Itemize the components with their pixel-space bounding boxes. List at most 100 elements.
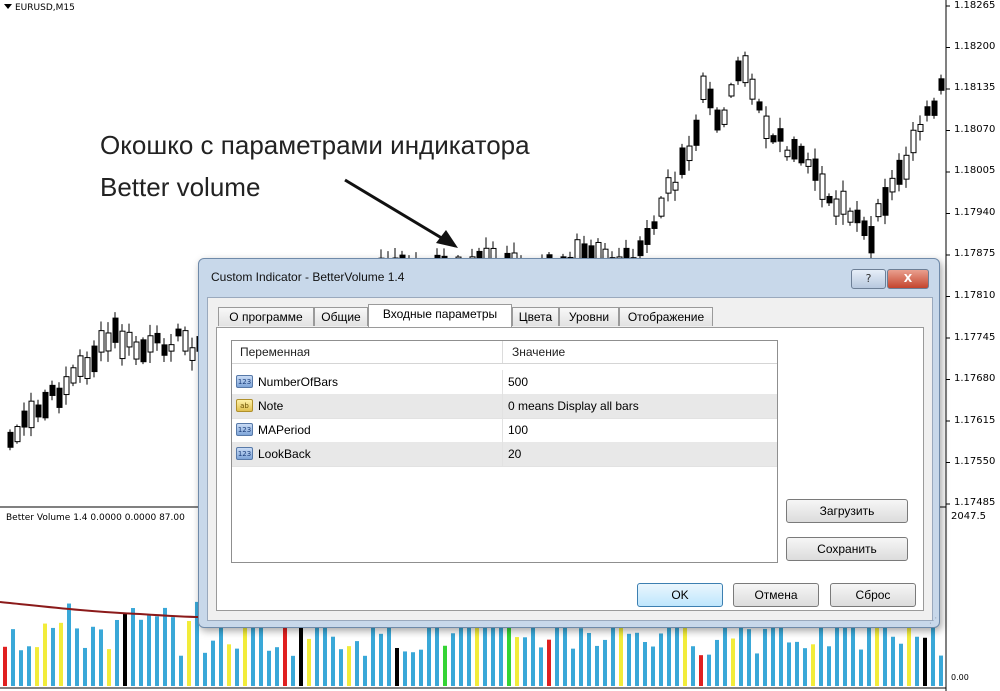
volume-bar <box>531 624 535 686</box>
volume-bar <box>755 653 759 686</box>
price-label: 1.18005 <box>954 165 996 176</box>
close-button[interactable]: X <box>887 269 929 289</box>
price-label: 1.18200 <box>954 41 996 52</box>
integer-type-icon: 123 <box>236 423 253 436</box>
volume-bar <box>795 641 799 686</box>
param-name: LookBack <box>258 447 311 461</box>
volume-bar <box>59 622 63 686</box>
candle-body <box>77 355 84 377</box>
candle-body <box>882 187 889 216</box>
candle-body <box>686 145 693 162</box>
volume-bar <box>627 633 631 686</box>
volume-bar <box>19 650 23 686</box>
candle-body <box>119 330 126 360</box>
tab-about[interactable]: О программе <box>218 307 314 326</box>
indicator-scale-label: 2047.5 <box>951 511 986 522</box>
candle-body <box>784 149 791 158</box>
volume-bar <box>659 633 663 686</box>
volume-bar <box>643 642 647 686</box>
volume-bar <box>131 608 135 686</box>
tab-inputs[interactable]: Входные параметры <box>368 304 512 327</box>
volume-bar <box>275 647 279 686</box>
candle-body <box>868 226 875 254</box>
column-header-variable[interactable]: Переменная <box>240 345 310 359</box>
param-name: Note <box>258 399 284 413</box>
candle-body <box>147 335 154 353</box>
candle-body <box>35 404 42 418</box>
save-button[interactable]: Сохранить <box>786 537 908 561</box>
param-row[interactable]: 123 NumberOfBars 500 <box>232 370 777 395</box>
ok-button[interactable]: OK <box>637 583 723 607</box>
candle-body <box>931 100 938 116</box>
candle-body <box>651 221 658 229</box>
candle-body <box>924 106 931 116</box>
volume-bar <box>467 617 471 686</box>
candle-body <box>126 331 133 348</box>
candle-body <box>154 332 161 344</box>
volume-bar <box>635 632 639 686</box>
param-row[interactable]: 123 MAPeriod 100 <box>232 418 777 443</box>
volume-bar <box>379 633 383 686</box>
candle-body <box>707 88 714 109</box>
volume-bar <box>211 640 215 686</box>
grid-header: Переменная Значение <box>232 341 777 364</box>
volume-bar <box>331 636 335 686</box>
resize-grip-icon[interactable]: ⋰ <box>929 616 937 625</box>
price-label: 1.17810 <box>954 290 996 301</box>
custom-indicator-dialog: Custom Indicator - BetterVolume 1.4 ? X … <box>198 258 940 628</box>
tab-visualization[interactable]: Отображение <box>619 307 713 326</box>
inputs-panel: Переменная Значение 123 NumberOfBars 500… <box>216 327 924 611</box>
help-button[interactable]: ? <box>851 269 886 289</box>
candle-body <box>854 209 861 224</box>
tab-colors[interactable]: Цвета <box>512 307 559 326</box>
candle-body <box>679 147 686 175</box>
candle-body <box>658 197 665 217</box>
cancel-button[interactable]: Отмена <box>733 583 819 607</box>
column-header-value[interactable]: Значение <box>512 345 565 359</box>
candle-body <box>84 357 91 380</box>
param-row[interactable]: ab Note 0 means Display all bars <box>232 394 777 419</box>
candle-body <box>700 75 707 100</box>
param-value[interactable]: 500 <box>508 375 528 389</box>
volume-bar <box>571 648 575 686</box>
candle-body <box>182 330 189 352</box>
candle-body <box>875 203 882 218</box>
candle-body <box>56 387 63 408</box>
param-value[interactable]: 100 <box>508 423 528 437</box>
candle-body <box>98 330 105 353</box>
integer-type-icon: 123 <box>236 447 253 460</box>
volume-bar <box>355 641 359 686</box>
volume-bar <box>923 637 927 686</box>
candle-body <box>105 332 112 352</box>
candle-body <box>721 109 728 125</box>
volume-bar <box>419 649 423 686</box>
volume-bar <box>651 646 655 686</box>
volume-bar <box>547 639 551 686</box>
dialog-titlebar[interactable]: Custom Indicator - BetterVolume 1.4 ? X <box>199 259 939 293</box>
volume-bar <box>107 649 111 686</box>
volume-bar <box>579 628 583 686</box>
volume-bar <box>363 655 367 686</box>
candle-body <box>903 154 910 180</box>
chevron-down-icon[interactable] <box>4 4 12 9</box>
price-label: 1.17940 <box>954 207 996 218</box>
volume-bar <box>539 647 543 686</box>
tab-levels[interactable]: Уровни <box>559 307 619 326</box>
string-type-icon: ab <box>236 399 253 412</box>
volume-bar <box>891 636 895 686</box>
param-value[interactable]: 0 means Display all bars <box>508 399 639 413</box>
volume-bar <box>139 619 143 686</box>
candle-body <box>7 431 14 448</box>
load-button[interactable]: Загрузить <box>786 499 908 523</box>
volume-bar <box>899 643 903 686</box>
param-value[interactable]: 20 <box>508 447 521 461</box>
volume-bar <box>67 603 71 686</box>
tab-common[interactable]: Общие <box>314 307 368 326</box>
volume-bar <box>163 607 167 686</box>
volume-bar <box>515 637 519 686</box>
volume-bar <box>291 655 295 686</box>
candle-body <box>728 84 735 97</box>
param-row[interactable]: 123 LookBack 20 <box>232 442 777 467</box>
reset-button[interactable]: Сброс <box>830 583 916 607</box>
price-label: 1.17875 <box>954 248 996 259</box>
